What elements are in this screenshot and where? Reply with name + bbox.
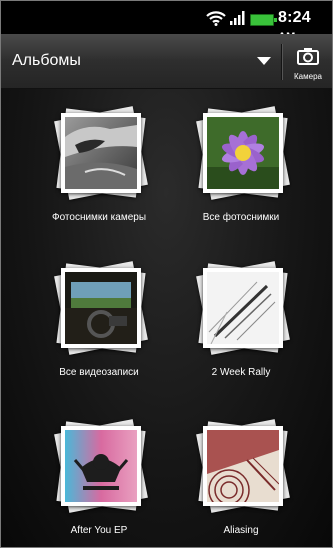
album-thumbnail [203, 268, 283, 348]
triangle-down-icon[interactable] [257, 57, 271, 65]
album-2-week-rally[interactable]: 2 Week Rally [166, 261, 316, 398]
screen: 8:24 AM Альбомы Камера [0, 0, 333, 548]
album-thumbnail [61, 113, 141, 193]
album-label: Все фотоснимки [202, 212, 280, 223]
album-label: Все видеозаписи [59, 367, 139, 378]
camera-button[interactable]: Камера [284, 38, 332, 86]
album-thumbnail [61, 426, 141, 506]
album-thumbnail [203, 113, 283, 193]
album-label: Фотоснимки камеры [51, 212, 147, 223]
clock-time: 8:24 [278, 9, 311, 26]
album-all-photos[interactable]: Все фотоснимки [166, 106, 316, 243]
status-bar: 8:24 AM [1, 1, 332, 43]
album-camera-shots[interactable]: Фотоснимки камеры [24, 106, 174, 243]
album-thumbnail-stack [54, 261, 148, 355]
album-selector-title[interactable]: Альбомы [12, 52, 81, 70]
album-label: Aliasing [223, 525, 259, 536]
album-label: 2 Week Rally [211, 367, 271, 378]
album-thumbnail [203, 426, 283, 506]
album-after-you-ep[interactable]: After You EP [24, 419, 174, 547]
album-label: After You EP [70, 525, 128, 536]
album-thumbnail-stack [54, 419, 148, 513]
wifi-icon [206, 11, 226, 26]
camera-label: Камера [294, 72, 322, 81]
album-aliasing[interactable]: Aliasing [166, 419, 316, 547]
album-thumbnail [61, 268, 141, 348]
album-thumbnail-stack [196, 419, 290, 513]
camera-icon [297, 48, 319, 65]
signal-icon [230, 11, 245, 25]
action-bar: Альбомы Камера [1, 34, 332, 89]
battery-icon [250, 14, 277, 26]
action-bar-divider [281, 44, 282, 80]
album-thumbnail-stack [196, 106, 290, 200]
album-all-videos[interactable]: Все видеозаписи [24, 261, 174, 398]
album-thumbnail-stack [196, 261, 290, 355]
album-thumbnail-stack [54, 106, 148, 200]
